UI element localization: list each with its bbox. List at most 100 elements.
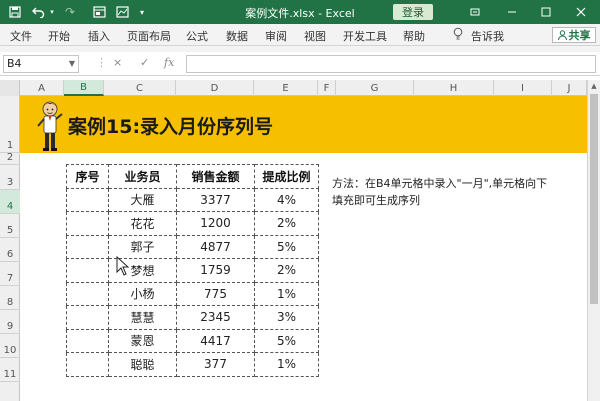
minimize-icon[interactable] [503,3,521,21]
share-button[interactable]: 共享 [552,27,596,43]
tab-data[interactable]: 数据 [226,28,248,44]
table-cell[interactable]: 1% [254,281,319,306]
scroll-up-icon[interactable]: ▲ [588,80,600,92]
sales-table: 序号 业务员 销售金额 提成比例 大雁 3377 4% 花花 1200 2% 郭… [66,164,319,377]
table-cell[interactable]: 1% [254,352,319,377]
table-cell[interactable]: 3377 [176,187,255,212]
column-header-i[interactable]: I [494,80,552,96]
table-cell[interactable]: 377 [176,352,255,377]
formula-bar: B4 ▼ ⋮ × ✓ fx [0,52,600,76]
row-header-9[interactable]: 9 [0,310,20,334]
column-header-d[interactable]: D [176,80,254,96]
header-salesperson[interactable]: 业务员 [108,164,177,189]
table-cell[interactable]: 5% [254,328,319,353]
tab-insert[interactable]: 插入 [88,28,110,44]
row-header-2[interactable]: 2 [0,152,20,165]
table-cell[interactable]: 聪聪 [108,352,177,377]
tell-me-search[interactable]: 告诉我 [471,28,504,44]
vertical-scrollbar[interactable]: ▲ [587,80,600,401]
row-header-4[interactable]: 4 [0,190,20,214]
table-row: 小杨 775 1% [66,281,319,306]
tab-formulas[interactable]: 公式 [186,28,208,44]
person-icon [557,30,567,40]
table-cell[interactable]: 3% [254,305,319,330]
name-box-value: B4 [7,57,22,70]
name-box[interactable]: B4 ▼ [3,55,79,73]
table-cell[interactable]: 大雁 [108,187,177,212]
column-header-e[interactable]: E [254,80,318,96]
table-cell[interactable]: 775 [176,281,255,306]
maximize-icon[interactable] [537,3,555,21]
close-icon[interactable] [572,3,590,21]
table-cell[interactable]: 5% [254,234,319,259]
cancel-icon[interactable]: × [113,56,122,69]
chevron-down-icon[interactable]: ▼ [69,56,75,72]
row-header-5[interactable]: 5 [0,214,20,238]
tab-help[interactable]: 帮助 [403,28,425,44]
tab-home[interactable]: 开始 [48,28,70,44]
tab-page-layout[interactable]: 页面布局 [127,28,171,44]
table-cell[interactable] [66,281,109,306]
formula-input[interactable] [186,55,596,73]
worksheet[interactable]: 案例15:录入月份序列号 序号 业务员 销售金额 提成比例 大雁 3377 4%… [20,96,587,401]
table-cell[interactable]: 4417 [176,328,255,353]
column-header-j[interactable]: J [552,80,587,96]
column-header-f[interactable]: F [318,80,336,96]
header-sales-amount[interactable]: 销售金额 [176,164,255,189]
table-cell[interactable] [66,305,109,330]
header-seq[interactable]: 序号 [66,164,109,189]
table-cell[interactable]: 花花 [108,211,177,236]
tab-review[interactable]: 审阅 [265,28,287,44]
column-header-g[interactable]: G [336,80,414,96]
cell-b4[interactable] [66,187,109,212]
ribbon-tabs: 文件 开始 插入 页面布局 公式 数据 审阅 视图 开发工具 帮助 告诉我 共享 [0,24,600,46]
select-all-corner[interactable] [0,80,20,96]
row-header-1[interactable]: 1 [0,96,20,153]
scrollbar-thumb[interactable] [590,94,598,304]
save-icon[interactable] [6,4,24,20]
table-cell[interactable] [66,234,109,259]
table-cell[interactable]: 慧慧 [108,305,177,330]
title-banner: 案例15:录入月份序列号 [20,96,587,153]
table-cell[interactable]: 2345 [176,305,255,330]
mouse-pointer-icon [116,256,130,276]
column-header-h[interactable]: H [414,80,494,96]
customize-icon[interactable]: ▾ [136,4,148,20]
table-cell[interactable]: 4% [254,187,319,212]
table-cell[interactable]: 1759 [176,258,255,283]
table-cell[interactable]: 2% [254,211,319,236]
table-cell[interactable] [66,211,109,236]
table-cell[interactable] [66,328,109,353]
column-header-a[interactable]: A [20,80,64,96]
enter-icon[interactable]: ✓ [140,56,149,69]
header-commission-rate[interactable]: 提成比例 [254,164,319,189]
table-cell[interactable]: 小杨 [108,281,177,306]
row-header-10[interactable]: 10 [0,334,20,358]
tab-developer[interactable]: 开发工具 [343,28,387,44]
table-cell[interactable]: 1200 [176,211,255,236]
undo-icon[interactable] [30,4,46,20]
mascot-icon [37,101,63,151]
form-icon[interactable] [90,4,108,20]
table-cell[interactable]: 蒙恩 [108,328,177,353]
row-header-7[interactable]: 7 [0,262,20,286]
table-cell[interactable]: 4877 [176,234,255,259]
row-header-6[interactable]: 6 [0,238,20,262]
tab-file[interactable]: 文件 [10,28,32,44]
insert-function-button[interactable]: fx [164,56,174,69]
table-cell[interactable]: 2% [254,258,319,283]
table-cell[interactable] [66,352,109,377]
column-header-b[interactable]: B [64,80,104,96]
restore-down-icon[interactable] [466,3,484,21]
undo-dropdown-icon[interactable]: ▾ [47,4,57,20]
tab-view[interactable]: 视图 [304,28,326,44]
table-cell[interactable]: 郭子 [108,234,177,259]
row-header-11[interactable]: 11 [0,358,20,382]
table-row: 大雁 3377 4% [66,187,319,212]
chart-icon[interactable] [113,4,131,20]
row-header-3[interactable]: 3 [0,165,20,190]
table-cell[interactable] [66,258,109,283]
login-button[interactable]: 登录 [393,4,433,20]
column-header-c[interactable]: C [104,80,176,96]
row-header-8[interactable]: 8 [0,286,20,310]
